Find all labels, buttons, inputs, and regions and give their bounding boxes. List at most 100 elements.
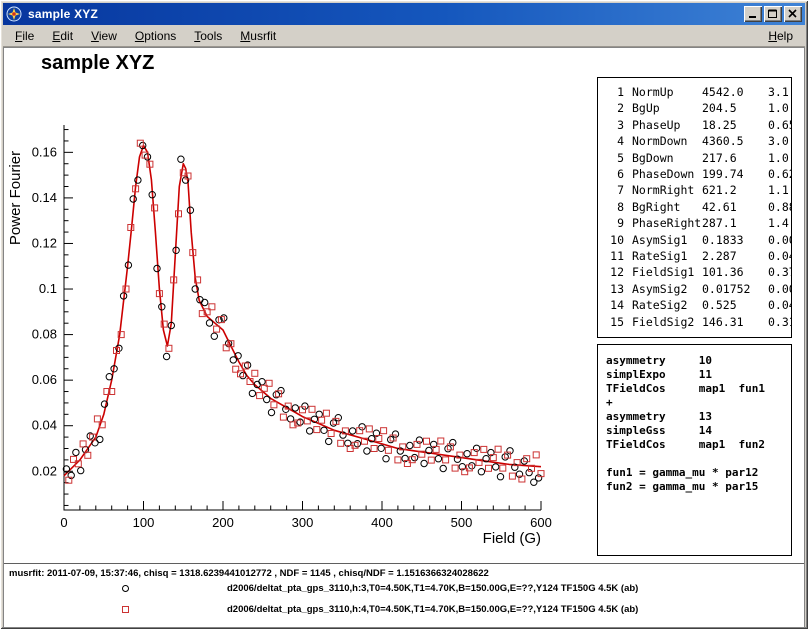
svg-text:400: 400 — [371, 515, 393, 530]
param-index: 5 — [606, 150, 624, 166]
param-name: RateSig1 — [632, 248, 702, 264]
theory-line: fun2 = gamma_mu * par15 — [606, 480, 791, 494]
param-value: 101.36 — [702, 264, 768, 280]
param-index: 10 — [606, 232, 624, 248]
param-error: 0.65 — [768, 117, 792, 133]
parameter-row: 4NormDown4360.53.0 — [606, 133, 791, 149]
param-index: 6 — [606, 166, 624, 182]
param-error: 3.1 — [768, 84, 791, 100]
window-controls — [742, 6, 802, 22]
x-axis-title: Field (G) — [483, 530, 541, 547]
parameter-row: 2BgUp204.51.0 — [606, 100, 791, 116]
parameter-row: 11RateSig12.2870.043 — [606, 248, 791, 264]
param-value: 4360.5 — [702, 133, 768, 149]
param-index: 11 — [606, 248, 624, 264]
menu-help[interactable]: Help — [759, 27, 802, 45]
maximize-icon — [768, 9, 778, 19]
param-name: FieldSig1 — [632, 264, 702, 280]
param-name: PhaseDown — [632, 166, 702, 182]
root-canvas[interactable]: sample XYZ 01002003004005006000.020.040.… — [3, 47, 805, 628]
svg-text:0.04: 0.04 — [32, 418, 57, 433]
circle-marker-icon — [122, 585, 129, 592]
svg-text:0.08: 0.08 — [32, 327, 57, 342]
parameter-box: 1NormUp4542.03.12BgUp204.51.03PhaseUp18.… — [597, 77, 792, 338]
menu-mnemonic: H — [768, 29, 777, 43]
legend-label: d2006/deltat_pta_gps_3110,h:3,T0=4.50K,T… — [227, 583, 638, 594]
param-error: 0.046 — [768, 297, 792, 313]
param-name: BgDown — [632, 150, 702, 166]
param-error: 0.37 — [768, 264, 792, 280]
close-button[interactable] — [784, 6, 802, 22]
menu-mnemonic: E — [52, 29, 60, 43]
param-name: PhaseUp — [632, 117, 702, 133]
svg-text:0.12: 0.12 — [32, 235, 57, 250]
param-error: 1.0 — [768, 100, 791, 116]
legend: d2006/deltat_pta_gps_3110,h:3,T0=4.50K,T… — [122, 578, 638, 620]
svg-text:0: 0 — [60, 515, 67, 530]
menu-edit[interactable]: Edit — [43, 27, 82, 45]
menu-musrfit[interactable]: Musrfit — [231, 27, 285, 45]
param-name: FieldSig2 — [632, 314, 702, 330]
window-title: sample XYZ — [26, 7, 738, 21]
svg-text:100: 100 — [133, 515, 155, 530]
legend-label: d2006/deltat_pta_gps_3110,h:4,T0=4.50K,T… — [227, 604, 638, 615]
menu-mnemonic: T — [194, 29, 200, 43]
svg-text:0.14: 0.14 — [32, 190, 57, 205]
param-error: 0.0027 — [768, 232, 792, 248]
param-index: 13 — [606, 281, 624, 297]
app-icon[interactable] — [6, 6, 22, 22]
menu-options[interactable]: Options — [126, 27, 185, 45]
parameter-row: 1NormUp4542.03.1 — [606, 84, 791, 100]
theory-line — [606, 452, 791, 466]
menu-tools[interactable]: Tools — [185, 27, 231, 45]
svg-text:600: 600 — [530, 515, 552, 530]
titlebar[interactable]: sample XYZ — [3, 3, 805, 25]
param-error: 0.00101 — [768, 281, 792, 297]
param-name: BgRight — [632, 199, 702, 215]
param-error: 0.62 — [768, 166, 792, 182]
menu-mnemonic: O — [135, 29, 144, 43]
fourier-power-plot: 01002003004005006000.020.040.060.080.10.… — [4, 48, 584, 568]
minimize-button[interactable] — [744, 6, 762, 22]
close-icon — [788, 9, 798, 19]
axis-labels: 01002003004005006000.020.040.060.080.10.… — [7, 144, 552, 547]
parameter-row: 14RateSig20.5250.046 — [606, 297, 791, 313]
svg-text:0.02: 0.02 — [32, 463, 57, 478]
legend-item: d2006/deltat_pta_gps_3110,h:3,T0=4.50K,T… — [122, 578, 638, 599]
param-index: 4 — [606, 133, 624, 149]
param-name: NormRight — [632, 182, 702, 198]
parameter-row: 12 FieldSig1101.360.37 — [606, 264, 791, 280]
param-value: 199.74 — [702, 166, 768, 182]
menubar-right: Help — [759, 27, 802, 45]
svg-text:200: 200 — [212, 515, 234, 530]
theory-line: simplExpo 11 — [606, 368, 791, 382]
menubar: FileEditViewOptionsToolsMusrfit Help — [3, 25, 805, 47]
param-name: AsymSig1 — [632, 232, 702, 248]
parameter-row: 5BgDown217.61.0 — [606, 150, 791, 166]
series-square-markers — [66, 140, 544, 483]
param-error: 1.1 — [768, 182, 791, 198]
param-index: 1 — [606, 84, 624, 100]
parameter-row: 10AsymSig10.18330.0027 — [606, 232, 791, 248]
svg-text:0.06: 0.06 — [32, 372, 57, 387]
param-error: 0.31 — [768, 314, 792, 330]
param-error: 1.0 — [768, 150, 791, 166]
pad-separator — [4, 563, 804, 564]
param-index: 9 — [606, 215, 624, 231]
param-index: 12 — [606, 264, 624, 280]
parameter-row: 8BgRight42.610.88 — [606, 199, 791, 215]
parameter-row: 6 PhaseDown199.740.62 — [606, 166, 791, 182]
maximize-button[interactable] — [764, 6, 782, 22]
menu-mnemonic: M — [240, 29, 250, 43]
param-error: 0.043 — [768, 248, 792, 264]
menu-file[interactable]: File — [6, 27, 43, 45]
param-value: 287.1 — [702, 215, 768, 231]
param-name: RateSig2 — [632, 297, 702, 313]
param-value: 204.5 — [702, 100, 768, 116]
svg-text:0.1: 0.1 — [39, 281, 57, 296]
param-name: NormUp — [632, 84, 702, 100]
menu-view[interactable]: View — [82, 27, 126, 45]
minimize-icon — [748, 9, 758, 19]
param-error: 0.88 — [768, 199, 792, 215]
theory-line: TFieldCos map1 fun1 — [606, 382, 791, 396]
